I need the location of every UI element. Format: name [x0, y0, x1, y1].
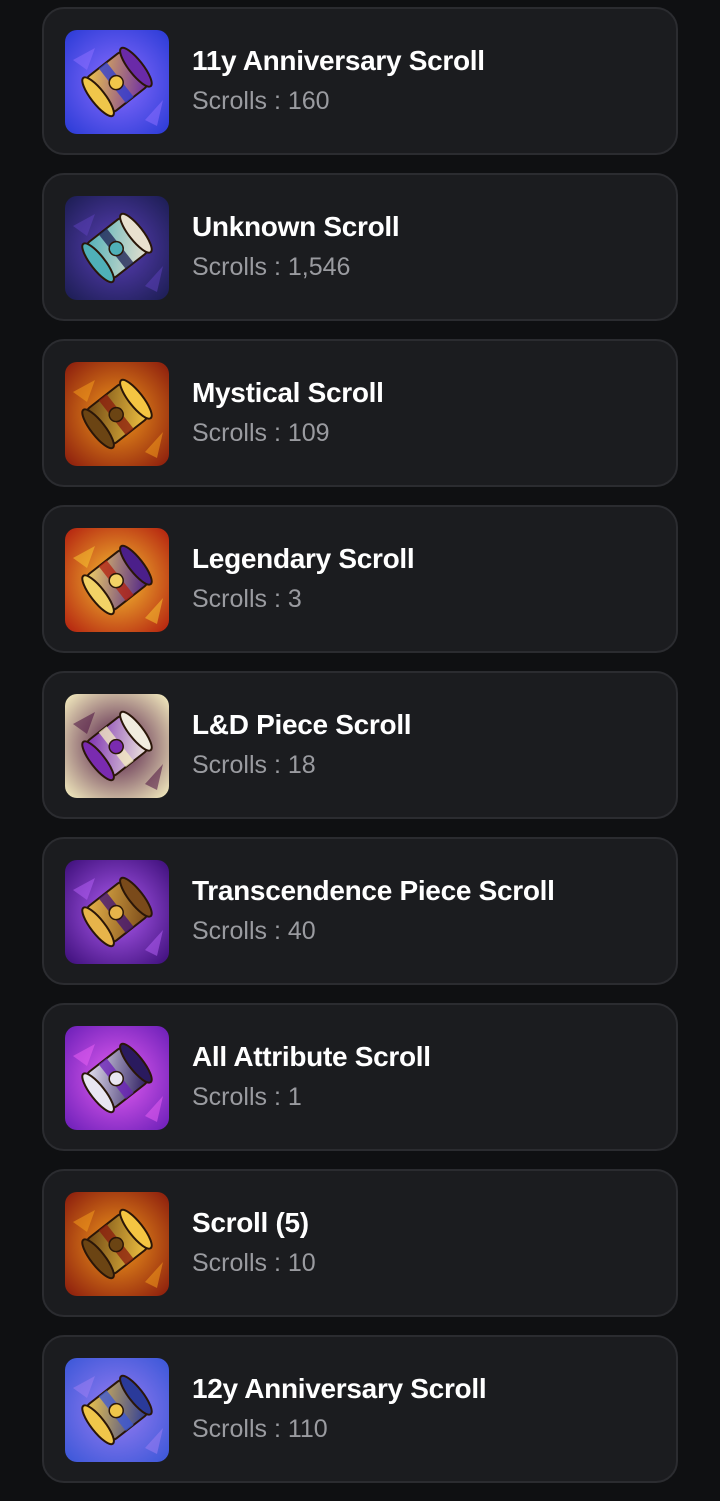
scroll-name: Unknown Scroll: [192, 211, 400, 242]
all-attribute-scroll-icon: [65, 1026, 169, 1130]
scroll-count: Scrolls : 109: [192, 419, 330, 447]
scroll-count: Scrolls : 110: [192, 1415, 328, 1443]
anniversary-scroll-12y-icon: [65, 1358, 169, 1462]
scroll-name: Legendary Scroll: [192, 543, 415, 574]
scroll-card[interactable]: Mystical Scroll Scrolls : 109: [42, 339, 678, 487]
scroll-card[interactable]: Legendary Scroll Scrolls : 3: [42, 505, 678, 653]
anniversary-scroll-11y-icon: [65, 30, 169, 134]
scroll-count: Scrolls : 18: [192, 751, 316, 779]
scroll-list: 11y Anniversary Scroll Scrolls : 160 Unk…: [42, 7, 678, 1501]
scroll-name: 12y Anniversary Scroll: [192, 1373, 487, 1404]
scroll-count: Scrolls : 160: [192, 87, 330, 115]
scroll-card[interactable]: Transcendence Piece Scroll Scrolls : 40: [42, 837, 678, 985]
mystical-scroll-icon: [65, 362, 169, 466]
scroll-card[interactable]: 12y Anniversary Scroll Scrolls : 110: [42, 1335, 678, 1483]
scroll-card[interactable]: Unknown Scroll Scrolls : 1,546: [42, 173, 678, 321]
scroll-count: Scrolls : 3: [192, 585, 302, 613]
scroll-count: Scrolls : 1,546: [192, 253, 351, 281]
unknown-scroll-icon: [65, 196, 169, 300]
light-dark-piece-scroll-icon: [65, 694, 169, 798]
scroll-count: Scrolls : 40: [192, 917, 316, 945]
scroll-name: L&D Piece Scroll: [192, 709, 412, 740]
scroll-name: Scroll (5): [192, 1207, 309, 1238]
scroll-name: Mystical Scroll: [192, 377, 384, 408]
scroll-card[interactable]: All Attribute Scroll Scrolls : 1: [42, 1003, 678, 1151]
scroll-name: Transcendence Piece Scroll: [192, 875, 555, 906]
scroll-name: All Attribute Scroll: [192, 1041, 431, 1072]
scroll-card[interactable]: Scroll (5) Scrolls : 10: [42, 1169, 678, 1317]
scroll-5-icon: [65, 1192, 169, 1296]
transcendence-piece-scroll-icon: [65, 860, 169, 964]
scroll-card[interactable]: L&D Piece Scroll Scrolls : 18: [42, 671, 678, 819]
scroll-name: 11y Anniversary Scroll: [192, 45, 485, 76]
scroll-count: Scrolls : 10: [192, 1249, 316, 1277]
legendary-scroll-icon: [65, 528, 169, 632]
scroll-card[interactable]: 11y Anniversary Scroll Scrolls : 160: [42, 7, 678, 155]
scroll-count: Scrolls : 1: [192, 1083, 302, 1111]
